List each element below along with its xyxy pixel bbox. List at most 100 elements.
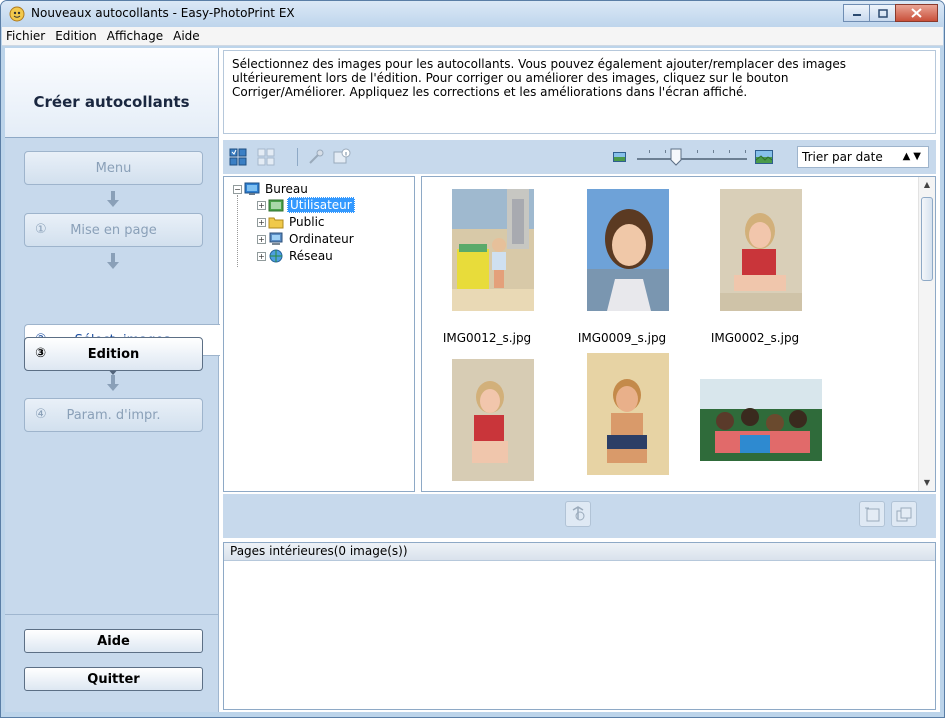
thumbnail-item[interactable]: IMG0009_s.jpg	[557, 185, 687, 355]
menu-aide[interactable]: Aide	[173, 29, 200, 43]
tree-guide-line	[237, 195, 238, 267]
slider-tick	[729, 150, 730, 153]
thumbnail-item[interactable]	[422, 353, 552, 491]
scroll-up-icon[interactable]: ▲	[919, 177, 935, 193]
deselect-all-icon[interactable]	[257, 148, 275, 166]
image-info-icon[interactable]	[333, 148, 351, 166]
scroll-down-icon[interactable]: ▼	[919, 475, 935, 491]
arrow-down-icon	[107, 191, 119, 207]
step-number: ①	[35, 222, 47, 237]
help-button-label: Aide	[97, 633, 130, 649]
instructions-line: ultérieurement lors de l'édition. Pour c…	[232, 71, 789, 85]
correct-enhance-icon[interactable]	[307, 148, 325, 166]
tree-label: Bureau	[265, 182, 308, 196]
desktop-icon	[244, 182, 260, 195]
expand-icon[interactable]: +	[257, 217, 266, 227]
slider-tick	[665, 150, 666, 153]
step-label: Mise en page	[70, 222, 157, 238]
title-bar: Nouveaux autocollants - Easy-PhotoPrint …	[1, 1, 944, 27]
thumbnail-item[interactable]: IMG0012_s.jpg	[422, 185, 552, 355]
zoom-slider-thumb[interactable]	[670, 148, 682, 166]
window-title: Nouveaux autocollants - Easy-PhotoPrint …	[31, 6, 295, 20]
tree-label: Utilisateur	[287, 197, 355, 213]
step-number: ③	[35, 346, 47, 361]
thumbnail-area: IMG0012_s.jpg IMG0009_s.jpg IMG0002_s.jp…	[421, 176, 936, 492]
network-icon	[269, 249, 283, 263]
image-toolbar: Trier par date ▲▼	[223, 140, 936, 174]
step-edition-button[interactable]: ③ Edition	[24, 337, 203, 371]
minimize-icon	[852, 14, 861, 16]
selection-toolbar	[223, 494, 936, 538]
zoom-slider-track[interactable]	[637, 158, 747, 160]
select-all-icon[interactable]	[229, 148, 247, 166]
thumbnail-item[interactable]	[557, 353, 687, 491]
step-param-impression[interactable]: ④ Param. d'impr.	[24, 398, 203, 432]
add-image-icon	[572, 506, 585, 521]
step-number: ④	[35, 407, 47, 422]
tree-item-public[interactable]: + Public	[257, 214, 327, 230]
computer-icon	[269, 232, 283, 245]
tree-item-bureau[interactable]: − Bureau	[233, 181, 310, 197]
tree-label: Ordinateur	[289, 232, 354, 246]
thumbnail-image	[452, 189, 534, 311]
maximize-button[interactable]	[869, 4, 896, 22]
inner-pages-panel: Pages intérieures(0 image(s))	[223, 542, 936, 710]
app-window: Nouveaux autocollants - Easy-PhotoPrint …	[0, 0, 945, 718]
tree-item-ordinateur[interactable]: + Ordinateur	[257, 231, 356, 247]
menu-affichage[interactable]: Affichage	[107, 29, 163, 43]
slider-tick	[713, 150, 714, 153]
tree-item-reseau[interactable]: + Réseau	[257, 248, 335, 264]
menu-edition[interactable]: Edition	[55, 29, 97, 43]
close-icon	[911, 8, 922, 18]
menu-button-label: Menu	[95, 160, 132, 176]
thumbnail-image	[587, 189, 669, 311]
thumbnail-item[interactable]: IMG0002_s.jpg	[690, 185, 820, 355]
minimize-button[interactable]	[843, 4, 870, 22]
folder-icon	[268, 217, 284, 229]
maximize-icon	[877, 8, 888, 18]
slider-tick	[745, 150, 746, 153]
user-folder-icon	[268, 199, 284, 212]
thumbnail-filename: IMG0009_s.jpg	[577, 331, 667, 345]
remove-image-button[interactable]	[859, 501, 885, 527]
remove-all-images-button[interactable]	[891, 501, 917, 527]
step-mise-en-page[interactable]: ① Mise en page	[24, 213, 203, 247]
sidebar-header: Créer autocollants	[5, 48, 218, 138]
thumbnail-image	[700, 379, 822, 461]
menu-fichier[interactable]: Fichier	[6, 29, 45, 43]
slider-tick	[649, 150, 650, 153]
sidebar-bottom: Aide Quitter	[5, 614, 218, 712]
menu-button[interactable]: Menu	[24, 151, 203, 185]
window-controls	[843, 4, 938, 22]
quit-button[interactable]: Quitter	[24, 667, 203, 691]
thumbnail-filename: IMG0002_s.jpg	[710, 331, 800, 345]
thumbnail-item[interactable]	[690, 353, 822, 491]
arrow-down-icon	[107, 375, 119, 391]
toolbar-separator	[297, 148, 298, 166]
arrow-down-icon	[107, 253, 119, 269]
inner-pages-header: Pages intérieures(0 image(s))	[224, 543, 935, 561]
instructions-line: Corriger/Améliorer. Appliquez les correc…	[232, 85, 748, 99]
expand-icon[interactable]: +	[257, 251, 266, 261]
tree-label: Public	[289, 215, 325, 229]
step-label: Edition	[87, 346, 140, 362]
instructions-text: Sélectionnez des images pour les autocol…	[223, 50, 936, 134]
client-area: Créer autocollants Menu ① Mise en page ②…	[5, 48, 940, 712]
sort-dropdown[interactable]: Trier par date ▲▼	[797, 146, 929, 168]
expand-icon[interactable]: +	[257, 200, 266, 210]
collapse-icon[interactable]: −	[233, 184, 242, 194]
expand-icon[interactable]: +	[257, 234, 266, 244]
add-image-button[interactable]	[565, 501, 591, 527]
sort-arrows-icon[interactable]: ▲▼	[903, 151, 924, 162]
quit-button-label: Quitter	[87, 671, 140, 687]
help-button[interactable]: Aide	[24, 629, 203, 653]
thumbnail-image	[452, 359, 534, 481]
close-button[interactable]	[895, 4, 938, 22]
zoom-in-icon[interactable]	[755, 150, 773, 164]
scrollbar-thumb[interactable]	[921, 197, 933, 281]
thumbnail-scrollbar[interactable]: ▲ ▼	[918, 177, 935, 491]
folder-tree: − Bureau + Utilisateur + Public + Ordina…	[223, 176, 415, 492]
zoom-out-icon[interactable]	[613, 152, 626, 162]
tree-item-utilisateur[interactable]: + Utilisateur	[257, 197, 355, 213]
menu-bar: Fichier Edition Affichage Aide	[2, 27, 943, 46]
